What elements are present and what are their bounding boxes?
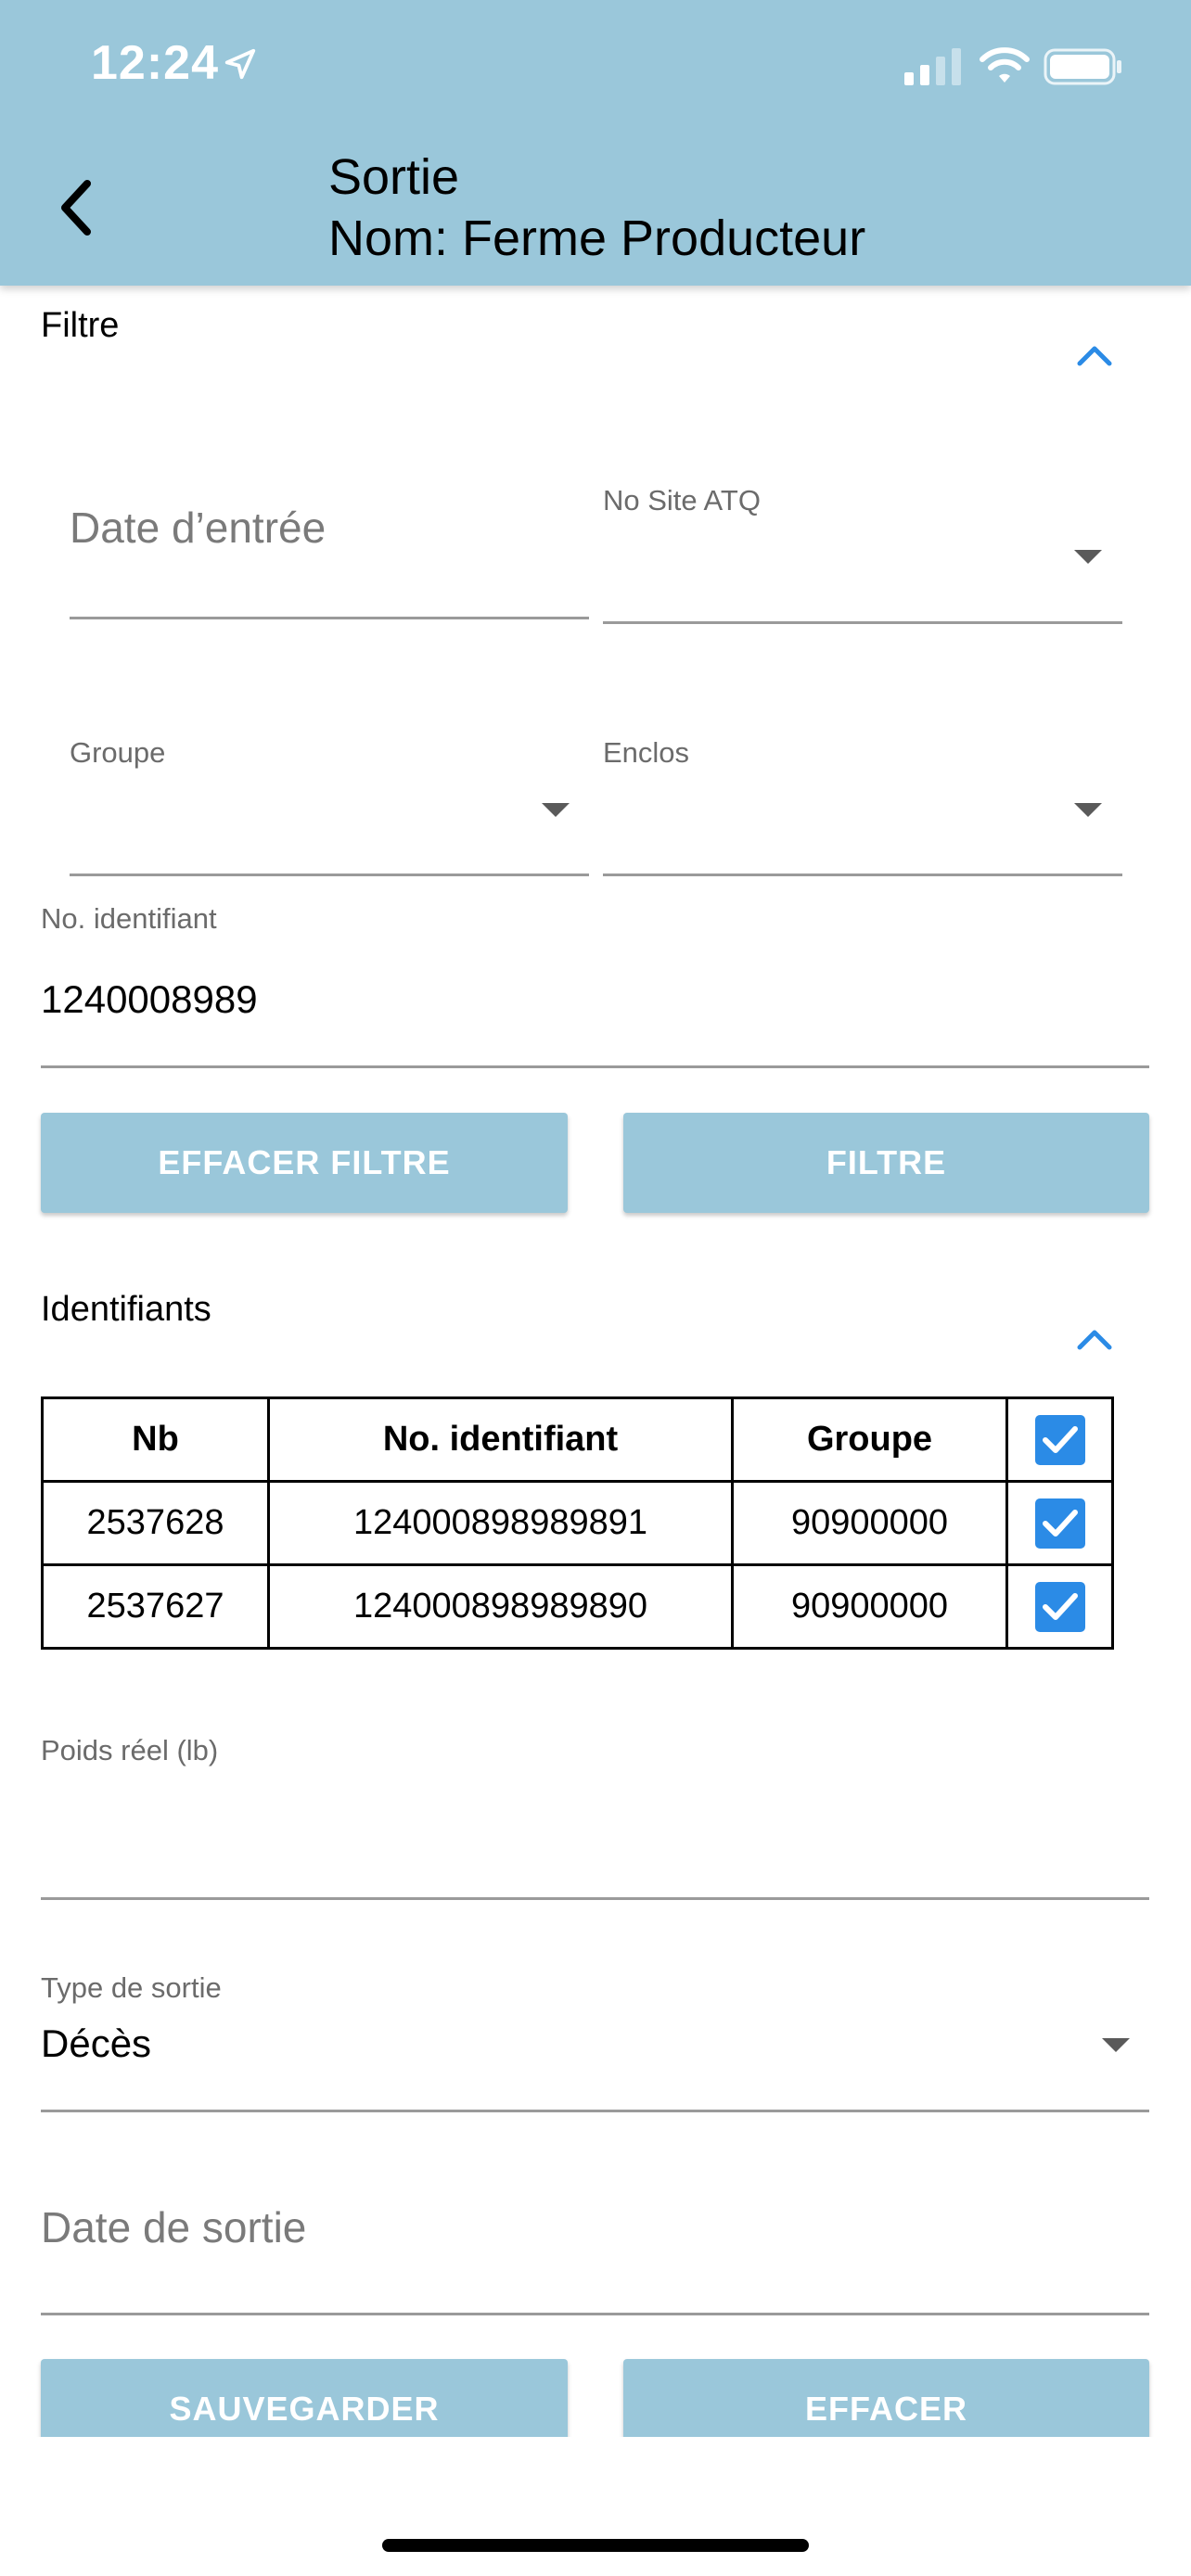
cell-groupe: 90900000 bbox=[731, 1480, 1008, 1566]
column-header-nb: Nb bbox=[41, 1396, 270, 1483]
type-sortie-dropdown-icon[interactable] bbox=[1102, 2038, 1130, 2052]
home-indicator[interactable] bbox=[382, 2539, 809, 2552]
no-site-dropdown-icon[interactable] bbox=[1074, 550, 1102, 564]
identifiants-table: Nb No. identifiant Groupe 2537628 124000… bbox=[41, 1396, 1114, 1650]
enclos-dropdown-icon[interactable] bbox=[1074, 803, 1102, 817]
chevron-up-icon[interactable] bbox=[1074, 341, 1115, 369]
chevron-up-icon[interactable] bbox=[1074, 1325, 1115, 1353]
battery-icon bbox=[1044, 48, 1121, 85]
enclos-select[interactable] bbox=[603, 874, 1122, 876]
date-sortie-input[interactable]: Date de sortie bbox=[41, 2202, 306, 2252]
identifiant-input[interactable]: 1240008989 bbox=[41, 977, 258, 1022]
type-sortie-select[interactable] bbox=[41, 2110, 1149, 2112]
filter-button[interactable]: FILTRE bbox=[623, 1113, 1149, 1213]
type-sortie-label: Type de sortie bbox=[41, 1971, 222, 2004]
date-entree-underline bbox=[70, 617, 589, 619]
select-all-cell bbox=[1005, 1396, 1114, 1483]
location-arrow-icon bbox=[224, 48, 256, 80]
identifiants-section-label: Identifiants bbox=[41, 1290, 211, 1329]
bottom-safe-area bbox=[0, 2437, 1191, 2576]
filter-section-label: Filtre bbox=[41, 306, 120, 345]
status-time: 12:24 bbox=[91, 36, 219, 90]
cell-groupe: 90900000 bbox=[731, 1563, 1008, 1650]
poids-label: Poids réel (lb) bbox=[41, 1734, 219, 1766]
row-checkbox-cell bbox=[1005, 1563, 1114, 1650]
checkmark-icon bbox=[1042, 1509, 1078, 1537]
identifiant-underline bbox=[41, 1065, 1149, 1068]
no-site-select[interactable] bbox=[603, 621, 1122, 624]
date-sortie-underline bbox=[41, 2313, 1149, 2315]
checkmark-icon bbox=[1042, 1592, 1078, 1620]
type-sortie-value[interactable]: Décès bbox=[41, 2021, 151, 2066]
groupe-label: Groupe bbox=[70, 736, 166, 769]
row-checkbox[interactable] bbox=[1034, 1498, 1085, 1549]
row-checkbox-cell bbox=[1005, 1480, 1114, 1566]
cellular-signal-icon bbox=[904, 48, 961, 85]
cell-nb: 2537628 bbox=[41, 1480, 270, 1566]
wifi-icon bbox=[980, 47, 1030, 83]
page-subtitle: Nom: Ferme Producteur bbox=[328, 210, 866, 266]
clear-filter-button[interactable]: EFFACER FILTRE bbox=[41, 1113, 568, 1213]
cell-identifiant: 124000898989891 bbox=[267, 1480, 734, 1566]
page-title: Sortie bbox=[328, 149, 460, 205]
date-entree-input[interactable]: Date d’entrée bbox=[70, 503, 326, 553]
select-all-checkbox[interactable] bbox=[1034, 1414, 1085, 1465]
groupe-select[interactable] bbox=[70, 874, 589, 876]
column-header-identifiant: No. identifiant bbox=[267, 1396, 734, 1483]
table-row[interactable]: 2537628 124000898989891 90900000 bbox=[41, 1480, 1114, 1566]
back-arrow-icon[interactable] bbox=[50, 172, 106, 243]
column-header-groupe: Groupe bbox=[731, 1396, 1008, 1483]
poids-input[interactable] bbox=[41, 1897, 1149, 1900]
app-header: 12:24 Sortie Nom: Ferme Producteur bbox=[0, 0, 1191, 286]
row-checkbox[interactable] bbox=[1034, 1581, 1085, 1632]
cell-identifiant: 124000898989890 bbox=[267, 1563, 734, 1650]
no-site-label: No Site ATQ bbox=[603, 484, 761, 516]
table-header-row: Nb No. identifiant Groupe bbox=[41, 1396, 1114, 1483]
table-row[interactable]: 2537627 124000898989890 90900000 bbox=[41, 1563, 1114, 1650]
cell-nb: 2537627 bbox=[41, 1563, 270, 1650]
checkmark-icon bbox=[1042, 1425, 1078, 1453]
enclos-label: Enclos bbox=[603, 736, 690, 769]
identifiant-label: No. identifiant bbox=[41, 902, 217, 935]
groupe-dropdown-icon[interactable] bbox=[542, 803, 570, 817]
